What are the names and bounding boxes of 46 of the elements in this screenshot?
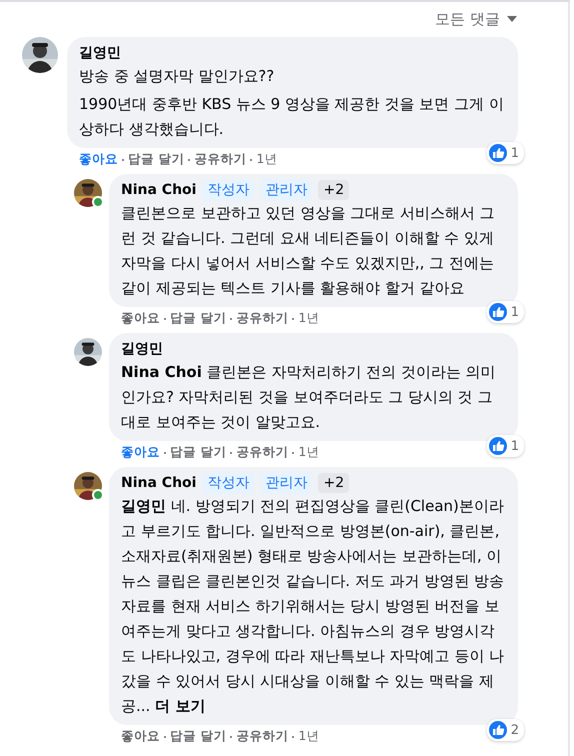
reaction-count: 2 [510, 722, 519, 738]
dropdown-caret-icon[interactable] [506, 15, 518, 23]
role-badge: 작성자 [202, 472, 254, 494]
author-name[interactable]: 길영민 [121, 340, 163, 358]
reaction-count-pill[interactable]: 1 [486, 435, 524, 457]
thumbs-up-icon [488, 437, 507, 455]
role-badge: 작성자 [202, 179, 254, 201]
reaction-count: 1 [510, 438, 519, 454]
share-link[interactable]: 공유하기 [194, 151, 246, 168]
like-link[interactable]: 좋아요 [79, 151, 118, 168]
sort-label[interactable]: 모든 댓글 [435, 10, 500, 28]
reaction-count-pill[interactable]: 2 [486, 719, 524, 741]
reply-link[interactable]: 답글 달기 [170, 444, 226, 461]
author-name[interactable]: Nina Choi [121, 475, 196, 491]
see-more-link[interactable]: 더 보기 [155, 697, 206, 715]
author-name[interactable]: 길영민 [79, 44, 121, 62]
role-badge: 관리자 [260, 472, 312, 494]
share-link[interactable]: 공유하기 [236, 444, 288, 461]
timestamp[interactable]: 1년 [256, 151, 278, 168]
reaction-count: 1 [510, 304, 519, 320]
timestamp[interactable]: 1년 [298, 444, 320, 461]
comment-text: 1990년대 중후반 KBS 뉴스 9 영상을 제공한 것을 보면 그게 이상하다 생각했습니다. [79, 94, 505, 140]
author-name[interactable]: Nina Choi [121, 182, 196, 198]
comment-text: 클린본으로 보관하고 있던 영상을 그대로 서비스해서 그런 것 같습니다. 그런데 요새 네티즌들이 이해할 수 있게 자막을 다시 넣어서 서비스할 수도 있겠지만,, 그 전에는 같이 제공되는 텍스트 기사를 활용해야 할거 같아요 [121, 203, 496, 299]
thumbs-up-icon [488, 144, 507, 162]
comment-text: Nina Choi 클린본은 자막처리하기 전의 것이라는 의미인가요? 자막처리된 것을 보여주더라도 그 당시의 것 그대로 보여주는 것이 알맞고요. [121, 362, 497, 433]
timestamp[interactable]: 1년 [298, 310, 320, 327]
reply-link[interactable]: 답글 달기 [170, 728, 226, 745]
like-link[interactable]: 좋아요 [121, 444, 160, 461]
reaction-count: 1 [510, 146, 519, 160]
like-link[interactable]: 좋아요 [121, 728, 160, 745]
more-badges-badge[interactable]: +2 [318, 180, 350, 200]
timestamp[interactable]: 1년 [298, 728, 320, 745]
reply-link[interactable]: 답글 달기 [128, 151, 184, 168]
reaction-count-pill[interactable]: 1 [486, 301, 524, 323]
reply-link[interactable]: 답글 달기 [170, 310, 226, 327]
share-link[interactable]: 공유하기 [236, 310, 288, 327]
role-badge: 관리자 [260, 179, 312, 201]
comment-text: 방송 중 설명자막 말인가요?? [79, 66, 276, 87]
like-link[interactable]: 좋아요 [121, 310, 160, 327]
more-badges-badge[interactable]: +2 [318, 473, 350, 493]
reaction-count-pill[interactable]: 1 [486, 142, 524, 164]
share-link[interactable]: 공유하기 [236, 728, 288, 745]
thumbs-up-icon [488, 303, 507, 321]
comment-text: 길영민 네. 방영되기 전의 편집영상을 클린(Clean)본이라고 부르기도 합니다. 일반적으로 방영본(on-air), 클린본, 소재자료(취재원본) 형태로 방송사에서는 보관하는데, 이뉴스 클립은 클린본인것 같습니다. 저도 과거 방영된 방송자료를 현재 서비스 하기위해서는 당시 방영된 버전을 보여주는게 맞다고 생각합니다. 아침뉴스의 경우 방영시각도 나타나있고, 경우에 따라 재난특보나 자막예고 등이 나갔을 수 있어서 당시 시대상을 이해할 수 있는 맥락을 제공... 더 보기 [121, 496, 506, 717]
thumbs-up-icon [488, 721, 507, 739]
